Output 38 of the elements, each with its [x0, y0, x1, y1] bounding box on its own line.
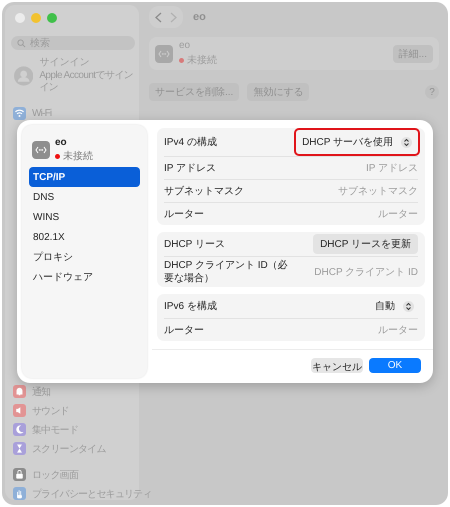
renew-button[interactable]: DHCP リースを更新 [313, 234, 418, 254]
row-label: ルーター [164, 324, 204, 336]
stepper-icon [403, 300, 414, 312]
row-label: IPv4 の構成 [164, 136, 217, 148]
sidebar-tab[interactable]: 802.1X [29, 227, 140, 247]
stepper-icon [401, 136, 412, 148]
popup-menu[interactable]: 自動 [371, 296, 418, 316]
sidebar-tab[interactable]: TCP/IP [29, 167, 140, 187]
sidebar-tab[interactable]: ハードウェア [29, 267, 140, 287]
input-field[interactable]: DHCP クライアント ID [308, 266, 418, 278]
ok-button[interactable]: OK [369, 358, 421, 373]
input-field[interactable]: サブネットマスク [308, 186, 418, 196]
zoom-button[interactable] [47, 13, 57, 23]
row-label: DHCP リース [164, 238, 225, 250]
popup-menu[interactable]: DHCP サーバを使用 [296, 130, 418, 154]
row-label: サブネットマスク [164, 184, 244, 198]
vpn-icon [32, 141, 50, 159]
input-field[interactable]: IP アドレス [308, 162, 418, 174]
cancel-button[interactable]: キャンセル [311, 358, 363, 373]
vpn-icon [155, 44, 173, 62]
row-label: IPv6 を構成 [164, 300, 217, 312]
forward-button[interactable] [170, 12, 177, 22]
status-text: 未接続 [63, 150, 93, 163]
sidebar-tab[interactable]: DNS [29, 187, 140, 207]
row-label: ルーター [164, 208, 204, 220]
search-icon [17, 38, 26, 48]
sidebar-tab[interactable]: WINS [29, 207, 140, 227]
back-button[interactable] [155, 12, 162, 22]
window-title: eo [193, 11, 206, 23]
close-button[interactable] [15, 13, 25, 23]
minimize-button[interactable] [31, 13, 41, 23]
input-field[interactable]: ルーター [308, 324, 418, 336]
service-name: eo [55, 137, 68, 148]
row-label: IP アドレス [164, 162, 216, 174]
input-field[interactable]: ルーター [308, 208, 418, 220]
help-button[interactable]: ? [425, 85, 439, 99]
sidebar-tab[interactable]: プロキシ [29, 247, 140, 267]
row-label: DHCP クライアント ID（必要な場合） [164, 259, 289, 285]
